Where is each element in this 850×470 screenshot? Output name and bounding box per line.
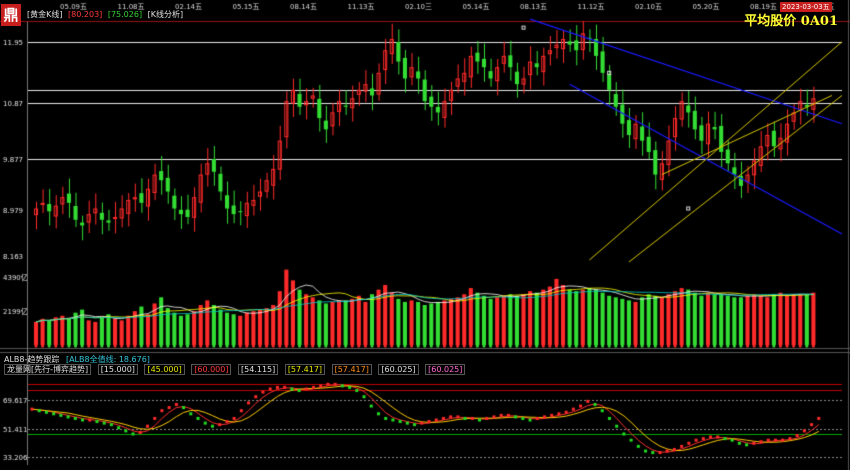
value-green: [75.026] — [107, 10, 143, 19]
osc2-v2: [45.000] — [144, 364, 185, 375]
sub-panel-header-2: 龙量网[先行-博弈趋势] [15.000] [45.000] [60.000] … — [4, 364, 469, 375]
osc-name[interactable]: ALB8-趋势跟踪 — [4, 355, 59, 364]
osc2-name[interactable]: 龙量网[先行-博弈趋势] — [4, 364, 92, 375]
main-chart-canvas[interactable] — [0, 0, 850, 470]
osc2-v3: [60.000] — [191, 364, 232, 375]
ticker-info: [黄金K线] [80.203] [75.026] [K线分析] — [27, 9, 186, 20]
osc-value: [ALB8全值线: 18.676] — [65, 355, 150, 364]
osc2-v4: [54.115] — [238, 364, 279, 375]
mode-label[interactable]: [K线分析] — [148, 10, 184, 19]
osc2-v7: [60.025] — [378, 364, 419, 375]
date-badge: 2023-03-03五 — [780, 2, 832, 12]
indicator-title: 平均股价 0A01 — [744, 14, 838, 29]
osc2-v8: [60.025] — [425, 364, 466, 375]
ticker-name[interactable]: [黄金K线] — [27, 10, 63, 19]
osc2-v1: [15.000] — [97, 364, 138, 375]
osc2-v6: [57.417] — [331, 364, 372, 375]
app-logo-icon[interactable]: 鼎 — [1, 4, 21, 26]
osc2-v5: [57.417] — [284, 364, 326, 375]
value-red: [80.203] — [68, 10, 103, 19]
